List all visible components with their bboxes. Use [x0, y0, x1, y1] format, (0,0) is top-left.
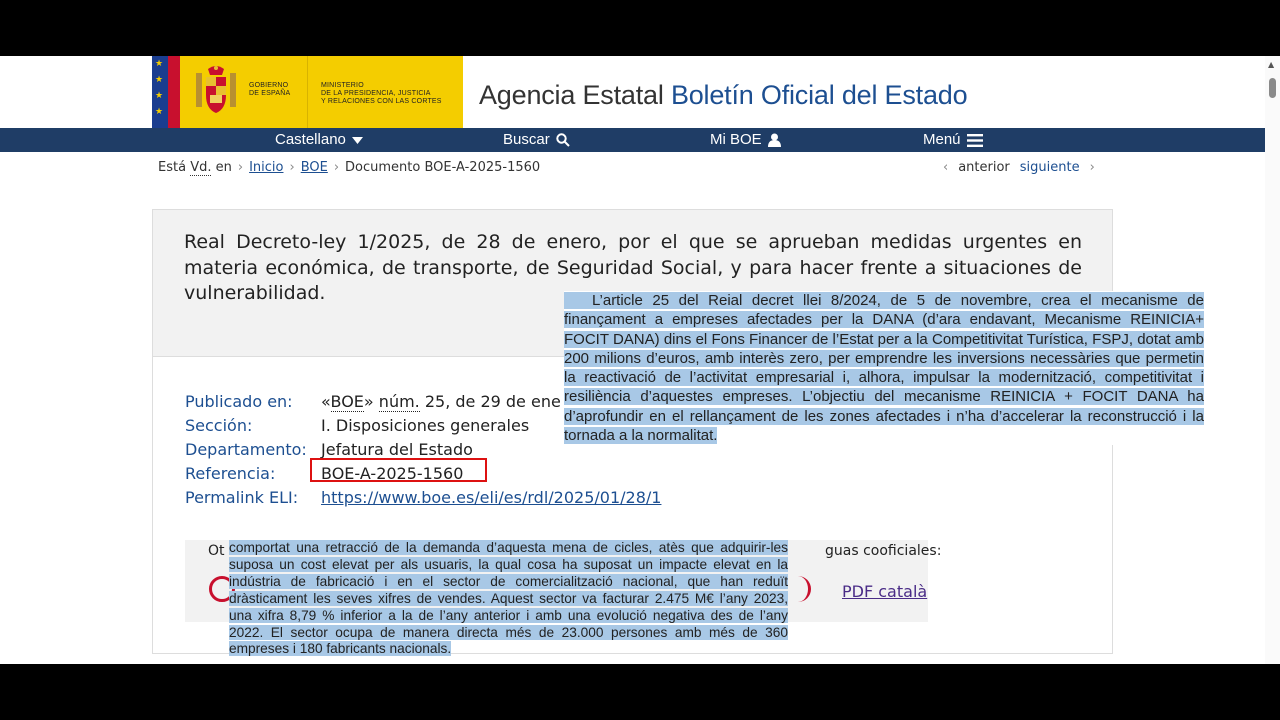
permalink-link[interactable]: https://www.boe.es/eli/es/rdl/2025/01/28…: [321, 488, 661, 507]
breadcrumb-prefix-suffix: en: [215, 160, 232, 175]
breadcrumb-prefix: Está Vd. en: [158, 160, 232, 176]
letterbox-bar: [0, 664, 1280, 720]
meta-permalink: Permalink ELI: https://www.boe.es/eli/es/…: [185, 488, 661, 507]
caret-down-icon: [351, 136, 363, 144]
overlay-text-1: L’article 25 del Reial decret llei 8/202…: [564, 292, 1204, 445]
hamburger-menu-icon: [966, 133, 983, 147]
publicado-value-num: núm.: [378, 392, 420, 412]
ministerio-label: MINISTERIO DE LA PRESIDENCIA, JUSTICIA Y…: [321, 82, 442, 106]
selected-text-overlay-1[interactable]: L’article 25 del Reial decret llei 8/202…: [564, 291, 1204, 446]
breadcrumb: Está Vd. en › Inicio › BOE › Documento B…: [158, 160, 541, 176]
departamento-label: Departamento:: [185, 440, 307, 459]
meta-publicado: Publicado en: «BOE» núm. 25, de 29 de ene: [185, 392, 561, 412]
cooficiales-label: guas cooficiales:: [825, 543, 942, 559]
document-pager: ‹ anterior siguiente ›: [943, 160, 1095, 175]
ministry-line-1: MINISTERIO: [321, 82, 364, 89]
government-brand-logo[interactable]: ★ ★ ★ ★ GOBIERNO DE ESPAÑA MINISTERIO DE…: [152, 56, 463, 128]
gov-line-1: GOBIERNO: [249, 82, 289, 89]
menu-label: Menú: [923, 131, 961, 148]
eu-flag-strip: ★ ★ ★ ★: [152, 56, 168, 128]
mi-boe-label: Mi BOE: [710, 131, 762, 148]
publicado-value-date: 25, de 29 de ene: [419, 392, 561, 411]
overlay-text-2: comportat una retracció de la demanda d’…: [229, 540, 788, 657]
search-icon: [555, 133, 570, 147]
publicado-label: Publicado en:: [185, 392, 293, 411]
chevron-left-icon: ‹: [943, 160, 949, 175]
scrollbar-thumb[interactable]: [1269, 78, 1276, 98]
vertical-scrollbar[interactable]: ▲: [1265, 56, 1280, 664]
meta-departamento: Departamento: Jefatura del Estado: [185, 440, 473, 459]
coat-of-arms-icon: [196, 66, 236, 113]
selected-text-overlay-2[interactable]: comportat una retracció de la demanda d’…: [229, 540, 788, 658]
chevron-right-icon: ›: [237, 160, 244, 175]
referencia-highlight-box: [310, 458, 487, 482]
user-icon: [767, 133, 781, 147]
pdf-catala-link[interactable]: PDF català: [842, 582, 927, 601]
publicado-value-close: »: [363, 392, 379, 411]
seccion-value: I. Disposiciones generales: [321, 416, 530, 435]
publicado-value-boe: BOE: [330, 392, 364, 412]
language-selector[interactable]: Castellano: [275, 131, 363, 149]
scroll-up-arrow-icon[interactable]: ▲: [1268, 60, 1274, 69]
gobierno-label: GOBIERNO DE ESPAÑA: [249, 82, 290, 98]
seccion-label: Sección:: [185, 416, 253, 435]
search-button[interactable]: Buscar: [503, 131, 570, 149]
publicado-value: «BOE» núm. 25, de 29 de ene: [321, 392, 561, 412]
search-label: Buscar: [503, 131, 550, 148]
breadcrumb-prefix-word: Está: [158, 160, 187, 175]
departamento-value: Jefatura del Estado: [321, 440, 473, 459]
breadcrumb-current: Documento BOE-A-2025-1560: [345, 160, 541, 175]
gov-line-2: DE ESPAÑA: [249, 90, 291, 97]
previous-document-link[interactable]: anterior: [958, 160, 1010, 175]
site-title-agency: Agencia Estatal: [479, 80, 664, 110]
language-label: Castellano: [275, 131, 346, 148]
next-document-link[interactable]: siguiente: [1020, 160, 1080, 175]
breadcrumb-link-inicio[interactable]: Inicio: [249, 160, 283, 175]
chevron-right-icon: ›: [289, 160, 295, 175]
site-title[interactable]: Agencia Estatal Boletín Oficial del Esta…: [479, 80, 968, 111]
chevron-right-icon: ›: [1089, 160, 1095, 175]
publicado-value-open: «: [321, 392, 331, 411]
other-formats-label: Ot: [208, 543, 225, 559]
spain-flag-strip: [168, 56, 180, 128]
menu-button[interactable]: Menú: [923, 131, 983, 149]
site-title-boe: Boletín Oficial del Estado: [670, 80, 968, 110]
breadcrumb-prefix-abbr: Vd.: [190, 160, 212, 176]
ministry-line-3: Y RELACIONES CON LAS CORTES: [321, 98, 442, 105]
chevron-right-icon: ›: [333, 160, 340, 175]
brand-divider: [307, 56, 308, 128]
referencia-label: Referencia:: [185, 464, 276, 483]
browser-page: ★ ★ ★ ★ GOBIERNO DE ESPAÑA MINISTERIO DE…: [0, 56, 1280, 664]
breadcrumb-link-boe[interactable]: BOE: [301, 160, 328, 175]
main-navigation: Castellano Buscar Mi BOE Menú: [0, 128, 1265, 152]
meta-seccion: Sección: I. Disposiciones generales: [185, 416, 529, 435]
pdf-icon[interactable]: [791, 576, 811, 602]
permalink-label: Permalink ELI:: [185, 488, 299, 507]
ministry-line-2: DE LA PRESIDENCIA, JUSTICIA: [321, 90, 431, 97]
mi-boe-button[interactable]: Mi BOE: [710, 131, 781, 149]
